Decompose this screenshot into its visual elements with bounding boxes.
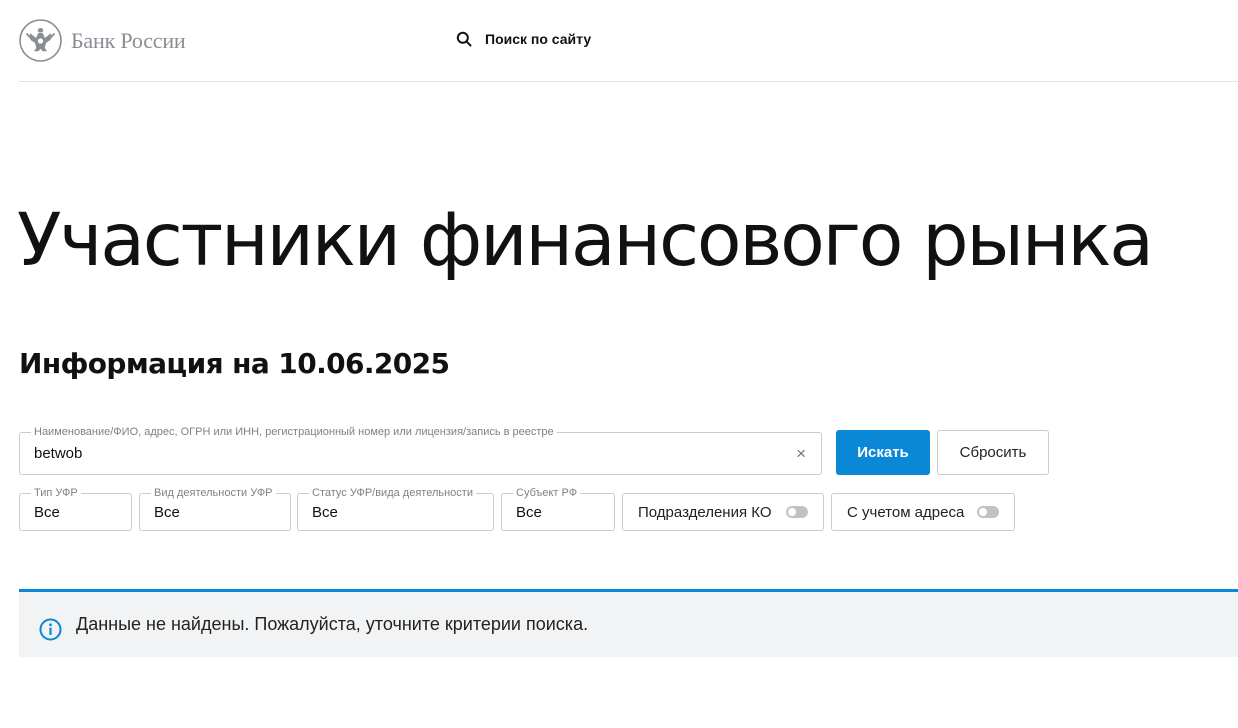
search-input-value[interactable]: betwob (34, 445, 82, 462)
filter-type-label: Тип УФР (31, 487, 81, 500)
no-results-notice: Данные не найдены. Пожалуйста, уточните … (19, 589, 1238, 657)
eagle-emblem-icon (19, 19, 62, 62)
filter-type-select[interactable]: Тип УФР Все (19, 487, 132, 531)
filter-type-value: Все (34, 504, 60, 521)
notice-text: Данные не найдены. Пожалуйста, уточните … (76, 614, 589, 634)
filter-region-value: Все (516, 504, 542, 521)
search-button[interactable]: Искать (836, 430, 930, 475)
search-input-label: Наименование/ФИО, адрес, ОГРН или ИНН, р… (31, 426, 557, 439)
address-toggle-switch[interactable] (977, 506, 999, 518)
site-search-button[interactable]: Поиск по сайту (456, 31, 591, 47)
switch-knob (979, 508, 987, 516)
info-date-heading: Информация на 10.06.2025 (19, 347, 450, 380)
branches-toggle[interactable]: Подразделения КО (622, 493, 824, 531)
switch-knob (788, 508, 796, 516)
filter-region-select[interactable]: Субъект РФ Все (501, 487, 615, 531)
site-search-label: Поиск по сайту (485, 31, 592, 47)
logo-text: Банк России (71, 27, 186, 53)
filter-status-label: Статус УФР/вида деятельности (309, 487, 476, 500)
filter-status-select[interactable]: Статус УФР/вида деятельности Все (297, 487, 494, 531)
search-input[interactable]: Наименование/ФИО, адрес, ОГРН или ИНН, р… (19, 426, 822, 475)
filter-region-label: Субъект РФ (513, 487, 581, 500)
bank-logo[interactable]: Банк России (19, 19, 186, 62)
site-header: Банк России Поиск по сайту (19, 0, 1238, 82)
search-icon (456, 31, 472, 47)
branches-toggle-label: Подразделения КО (638, 503, 772, 521)
address-toggle-label: С учетом адреса (847, 503, 965, 521)
filter-activity-value: Все (154, 504, 180, 521)
page-title: Участники финансового рынка (17, 198, 1154, 283)
filter-status-value: Все (312, 504, 338, 521)
address-toggle[interactable]: С учетом адреса (831, 493, 1015, 531)
filter-activity-select[interactable]: Вид деятельности УФР Все (139, 487, 291, 531)
info-icon (39, 618, 62, 641)
reset-button[interactable]: Сбросить (937, 430, 1049, 475)
clear-search-button[interactable]: × (796, 444, 806, 464)
filter-activity-label: Вид деятельности УФР (151, 487, 276, 500)
branches-toggle-switch[interactable] (786, 506, 808, 518)
